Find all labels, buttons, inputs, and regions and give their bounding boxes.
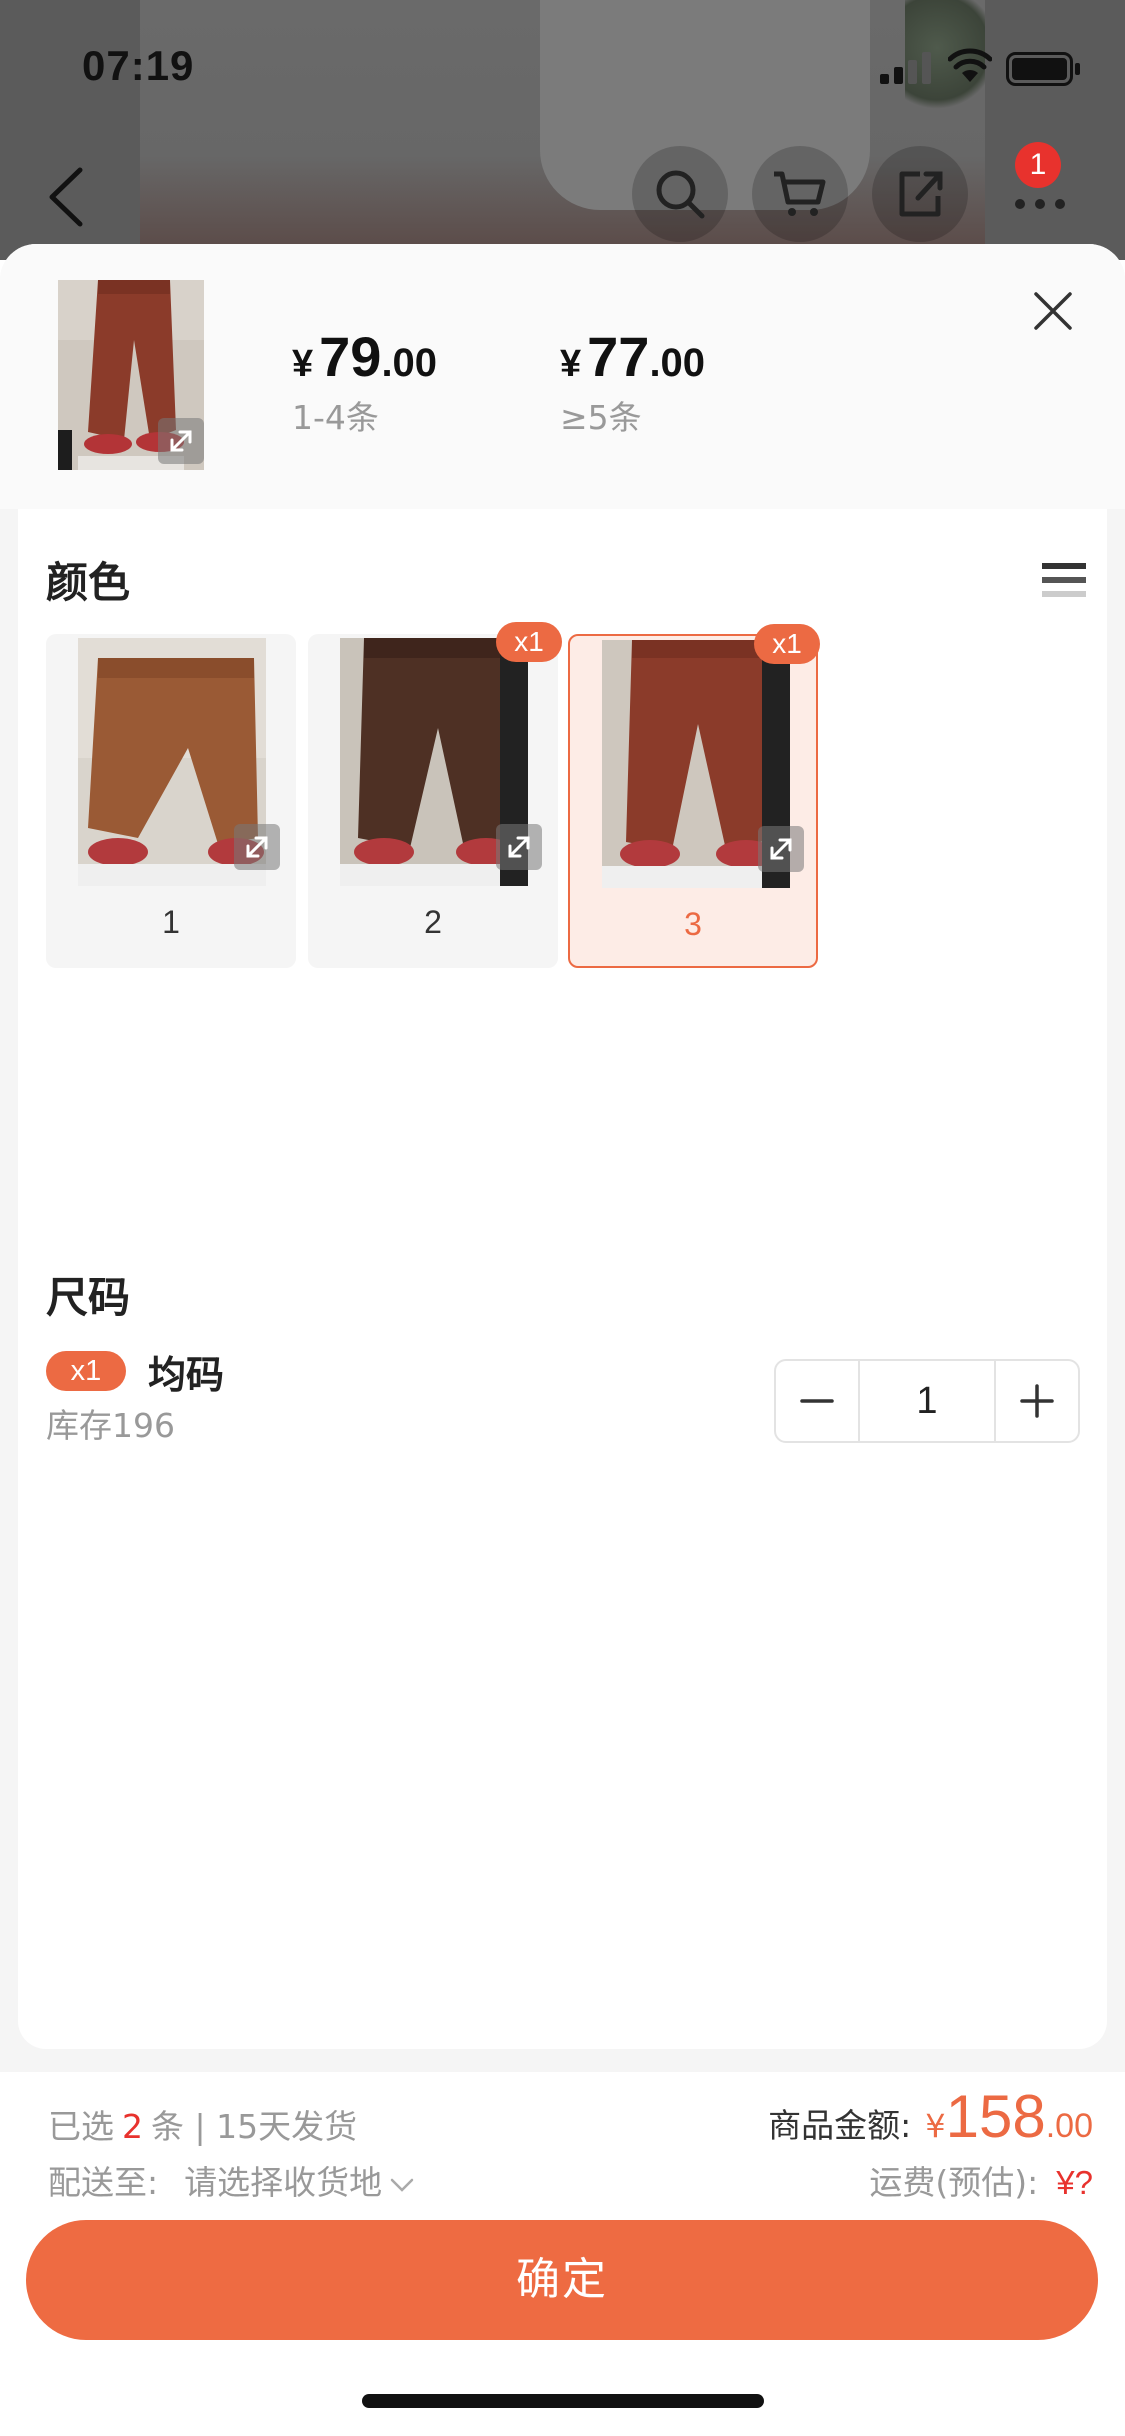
product-thumbnail[interactable]	[58, 280, 204, 470]
goods-amount: 商品金额: ¥158.00	[768, 2082, 1093, 2151]
wifi-icon	[948, 48, 992, 82]
price-range: 1-4条	[292, 398, 379, 437]
ship-placeholder: 请选择收货地	[184, 2163, 383, 2202]
color-option-label: 3	[684, 906, 702, 942]
increment-button[interactable]	[996, 1361, 1078, 1441]
color-option-2[interactable]: x1 2	[308, 622, 562, 968]
cart-icon	[774, 171, 826, 216]
cart-button[interactable]	[752, 146, 848, 242]
selected-prefix: 已选	[48, 2107, 114, 2146]
status-time: 07:19	[82, 42, 195, 89]
expand-icon[interactable]	[496, 824, 542, 870]
price-decimal: .00	[649, 341, 706, 385]
cart-count-badge: 1	[1015, 142, 1061, 188]
amount-integer: 158	[945, 2083, 1046, 2150]
size-option-name: 均码	[148, 1353, 225, 1397]
amount-label: 商品金额:	[768, 2106, 912, 2145]
color-option-3[interactable]: x1 3	[568, 624, 820, 968]
selected-suffix: 条 | 15天发货	[151, 2107, 358, 2146]
list-icon[interactable]	[1042, 559, 1086, 605]
ship-label: 配送至:	[48, 2163, 159, 2202]
expand-icon[interactable]	[234, 824, 280, 870]
expand-icon[interactable]	[158, 418, 204, 464]
close-icon[interactable]	[1028, 286, 1078, 336]
chevron-down-icon	[390, 2178, 414, 2192]
shipping-destination[interactable]: 配送至: 请选择收货地	[48, 2156, 414, 2204]
price-range: ≥5条	[560, 398, 642, 437]
size-count-badge: x1	[46, 1351, 126, 1391]
search-button[interactable]	[632, 146, 728, 242]
color-count-badge: x1	[754, 624, 820, 664]
color-count-badge: x1	[496, 622, 562, 662]
home-indicator	[362, 2394, 764, 2408]
price-integer: 77	[587, 325, 650, 388]
price-currency: ¥	[560, 343, 582, 385]
share-icon	[899, 171, 943, 217]
signal-icon	[880, 52, 931, 84]
size-section-title: 尺码	[46, 1273, 131, 1322]
share-button[interactable]	[872, 146, 968, 242]
sku-content: 颜色 1 x1 2 x1 3 尺码 x1 均码 库存196 1	[18, 509, 1107, 2049]
minus-icon	[800, 1399, 834, 1403]
freight-label: 运费(预估):	[869, 2163, 1039, 2202]
price-integer: 79	[319, 325, 382, 388]
status-bar: 07:19	[0, 0, 1125, 135]
price-tier-2: ¥77.00 ≥5条	[560, 324, 705, 439]
color-option-1[interactable]: 1	[46, 634, 296, 968]
checkout-footer: 已选 2 条 | 15天发货 配送至: 请选择收货地 商品金额: ¥158.00 运费(…	[0, 2072, 1125, 2436]
amount-currency: ¥	[925, 2107, 946, 2145]
color-option-label: 1	[162, 904, 180, 940]
price-tier-1: ¥79.00 1-4条	[292, 324, 437, 439]
color-option-label: 2	[424, 904, 442, 940]
quantity-stepper: 1	[774, 1359, 1080, 1443]
freight-value: ¥?	[1056, 2164, 1093, 2201]
freight-estimate: 运费(预估): ¥?	[869, 2156, 1093, 2204]
decrement-button[interactable]	[776, 1361, 858, 1441]
expand-icon[interactable]	[758, 826, 804, 872]
price-decimal: .00	[381, 341, 438, 385]
selected-count: 2	[122, 2107, 143, 2146]
selected-summary: 已选 2 条 | 15天发货	[48, 2100, 357, 2148]
price-currency: ¥	[292, 343, 314, 385]
search-icon	[656, 170, 705, 219]
product-nav-bar: 1	[0, 140, 1125, 250]
plus-icon	[1020, 1384, 1054, 1418]
sheet-header: ¥79.00 1-4条 ¥77.00 ≥5条	[0, 244, 1125, 509]
color-section-title: 颜色	[46, 558, 131, 607]
amount-decimal: .00	[1045, 2107, 1093, 2145]
confirm-button[interactable]: 确定	[26, 2220, 1098, 2340]
battery-icon	[1006, 52, 1080, 86]
back-icon[interactable]	[38, 162, 98, 232]
stock-text: 库存196	[46, 1406, 175, 1445]
quantity-input[interactable]: 1	[858, 1361, 996, 1441]
